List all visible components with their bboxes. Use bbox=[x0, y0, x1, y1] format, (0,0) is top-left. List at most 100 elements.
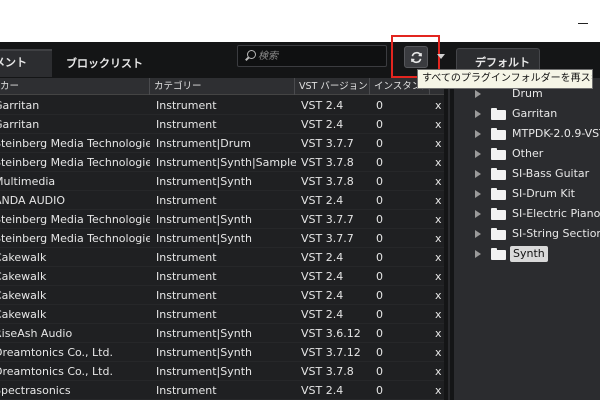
column-header-vendor[interactable]: カー bbox=[0, 78, 150, 95]
plugin-table: カー カテゴリー VST バージョン インスタンス Garritan Instru… bbox=[0, 78, 444, 400]
cell-extra: x bbox=[435, 118, 442, 131]
tree-item-label: MTPDK-2.0.9-VST bbox=[512, 127, 600, 140]
tree-item-si-string-section[interactable]: SI-String Section bbox=[454, 224, 600, 244]
cell-category: Instrument bbox=[156, 251, 217, 264]
tree-arrow-icon[interactable] bbox=[475, 210, 481, 218]
table-row[interactable]: Cakewalk Instrument VST 2.4 0 x bbox=[0, 248, 444, 267]
folder-icon bbox=[491, 148, 506, 160]
tree-item-mtpdk-2-0-9-vst[interactable]: MTPDK-2.0.9-VST bbox=[454, 124, 600, 144]
cell-instances: 0 bbox=[376, 213, 383, 226]
tree-item-label: SI-Bass Guitar bbox=[512, 167, 590, 180]
cell-vendor: Steinberg Media Technologies bbox=[0, 213, 150, 226]
tree-arrow-icon[interactable] bbox=[475, 110, 481, 118]
table-row[interactable]: Steinberg Media Technologies Instrument|S… bbox=[0, 229, 444, 248]
cell-vst-version: VST 2.4 bbox=[301, 270, 344, 283]
cell-category: Instrument bbox=[156, 289, 217, 302]
chevron-down-icon[interactable] bbox=[437, 54, 445, 59]
tree-arrow-icon[interactable] bbox=[475, 90, 481, 98]
cell-vendor: Cakewalk bbox=[0, 308, 47, 321]
folder-icon bbox=[491, 168, 506, 180]
search-input[interactable] bbox=[258, 47, 383, 65]
cell-vst-version: VST 3.7.8 bbox=[301, 175, 354, 188]
tree-arrow-icon[interactable] bbox=[475, 150, 481, 158]
table-row[interactable]: Garritan Instrument VST 2.4 0 x bbox=[0, 115, 444, 134]
cell-vst-version: VST 2.4 bbox=[301, 289, 344, 302]
cell-extra: x bbox=[435, 175, 442, 188]
tree-item-garritan[interactable]: Garritan bbox=[454, 104, 600, 124]
panel-splitter[interactable] bbox=[444, 78, 454, 400]
cell-extra: x bbox=[435, 270, 442, 283]
tab-plugins[interactable]: メント bbox=[0, 49, 52, 77]
cell-vendor: Garritan bbox=[0, 118, 40, 131]
folder-tree: Drum Garritan MTPDK-2.0.9-VST Other SI-Bass … bbox=[454, 78, 600, 400]
cell-vendor: Steinberg Media Technologies bbox=[0, 232, 150, 245]
search-box[interactable] bbox=[237, 45, 387, 67]
tree-item-si-electric-piano[interactable]: SI-Electric Piano bbox=[454, 204, 600, 224]
table-row[interactable]: Steinberg Media Technologies Instrument|S… bbox=[0, 210, 444, 229]
cell-category: Instrument|Synth bbox=[156, 175, 252, 188]
cell-vendor: Dreamtonics Co., Ltd. bbox=[0, 346, 113, 359]
table-row[interactable]: Cakewalk Instrument VST 2.4 0 x bbox=[0, 267, 444, 286]
cell-category: Instrument bbox=[156, 194, 217, 207]
cell-category: Instrument bbox=[156, 270, 217, 283]
table-row[interactable]: ANDA AUDIO Instrument VST 2.4 0 x bbox=[0, 191, 444, 210]
cell-extra: x bbox=[435, 327, 442, 340]
table-row[interactable]: Steinberg Media Technologies Instrument|D… bbox=[0, 134, 444, 153]
tree-item-si-bass-guitar[interactable]: SI-Bass Guitar bbox=[454, 164, 600, 184]
tree-arrow-icon[interactable] bbox=[475, 170, 481, 178]
cell-vst-version: VST 3.7.12 bbox=[301, 346, 361, 359]
tree-arrow-icon[interactable] bbox=[475, 130, 481, 138]
tab-blocklist[interactable]: ブロックリスト bbox=[56, 52, 153, 76]
cell-vst-version: VST 3.7.7 bbox=[301, 137, 354, 150]
folder-icon bbox=[491, 208, 506, 220]
cell-extra: x bbox=[435, 99, 442, 112]
minimize-icon[interactable] bbox=[576, 13, 590, 29]
folder-icon bbox=[491, 228, 506, 240]
cell-vendor: Multimedia bbox=[0, 175, 56, 188]
cell-extra: x bbox=[435, 137, 442, 150]
table-row[interactable]: Cakewalk Instrument VST 2.4 0 x bbox=[0, 286, 444, 305]
table-body: Garritan Instrument VST 2.4 0 x Garritan Instr… bbox=[0, 96, 444, 400]
cell-vst-version: VST 2.4 bbox=[301, 99, 344, 112]
refresh-icon bbox=[411, 51, 422, 64]
cell-vendor: Cakewalk bbox=[0, 270, 47, 283]
tree-item-si-drum-kit[interactable]: SI-Drum Kit bbox=[454, 184, 600, 204]
cell-extra: x bbox=[435, 346, 442, 359]
cell-vendor: Steinberg Media Technologies bbox=[0, 137, 150, 150]
cell-extra: x bbox=[435, 213, 442, 226]
table-row[interactable]: Dreamtonics Co., Ltd. Instrument|Synth VST… bbox=[0, 343, 444, 362]
cell-category: Instrument|Synth bbox=[156, 213, 252, 226]
cell-extra: x bbox=[435, 194, 442, 207]
cell-instances: 0 bbox=[376, 118, 383, 131]
cell-instances: 0 bbox=[376, 308, 383, 321]
cell-vst-version: VST 3.7.7 bbox=[301, 213, 354, 226]
cell-vst-version: VST 2.4 bbox=[301, 251, 344, 264]
cell-vst-version: VST 2.4 bbox=[301, 384, 344, 397]
tree-item-synth[interactable]: Synth bbox=[454, 244, 600, 264]
cell-category: Instrument|Synth bbox=[156, 232, 252, 245]
column-header-category[interactable]: カテゴリー bbox=[150, 78, 295, 95]
rescan-button[interactable] bbox=[404, 46, 428, 68]
tree-item-other[interactable]: Other bbox=[454, 144, 600, 164]
table-row[interactable]: Cakewalk Instrument VST 2.4 0 x bbox=[0, 305, 444, 324]
cell-category: Instrument|Synth bbox=[156, 365, 252, 378]
cell-category: Instrument bbox=[156, 99, 217, 112]
column-header-vst-version[interactable]: VST バージョン bbox=[295, 78, 370, 95]
cell-instances: 0 bbox=[376, 175, 383, 188]
tree-arrow-icon[interactable] bbox=[475, 250, 481, 258]
table-row[interactable]: Dreamtonics Co., Ltd. Instrument|Synth VST… bbox=[0, 362, 444, 381]
table-row[interactable]: RiseAsh Audio Instrument|Synth VST 3.6.12 0… bbox=[0, 324, 444, 343]
table-row[interactable]: Steinberg Media Technologies Instrument|S… bbox=[0, 153, 444, 172]
folder-icon bbox=[491, 248, 506, 260]
table-row[interactable]: Spectrasonics Instrument VST 2.4 0 x bbox=[0, 381, 444, 400]
cell-category: Instrument bbox=[156, 118, 217, 131]
cell-instances: 0 bbox=[376, 270, 383, 283]
cell-vst-version: VST 2.4 bbox=[301, 194, 344, 207]
cell-instances: 0 bbox=[376, 327, 383, 340]
cell-instances: 0 bbox=[376, 137, 383, 150]
cell-vst-version: VST 2.4 bbox=[301, 118, 344, 131]
table-row[interactable]: Multimedia Instrument|Synth VST 3.7.8 0 x bbox=[0, 172, 444, 191]
tree-arrow-icon[interactable] bbox=[475, 190, 481, 198]
table-row[interactable]: Garritan Instrument VST 2.4 0 x bbox=[0, 96, 444, 115]
tree-arrow-icon[interactable] bbox=[475, 230, 481, 238]
